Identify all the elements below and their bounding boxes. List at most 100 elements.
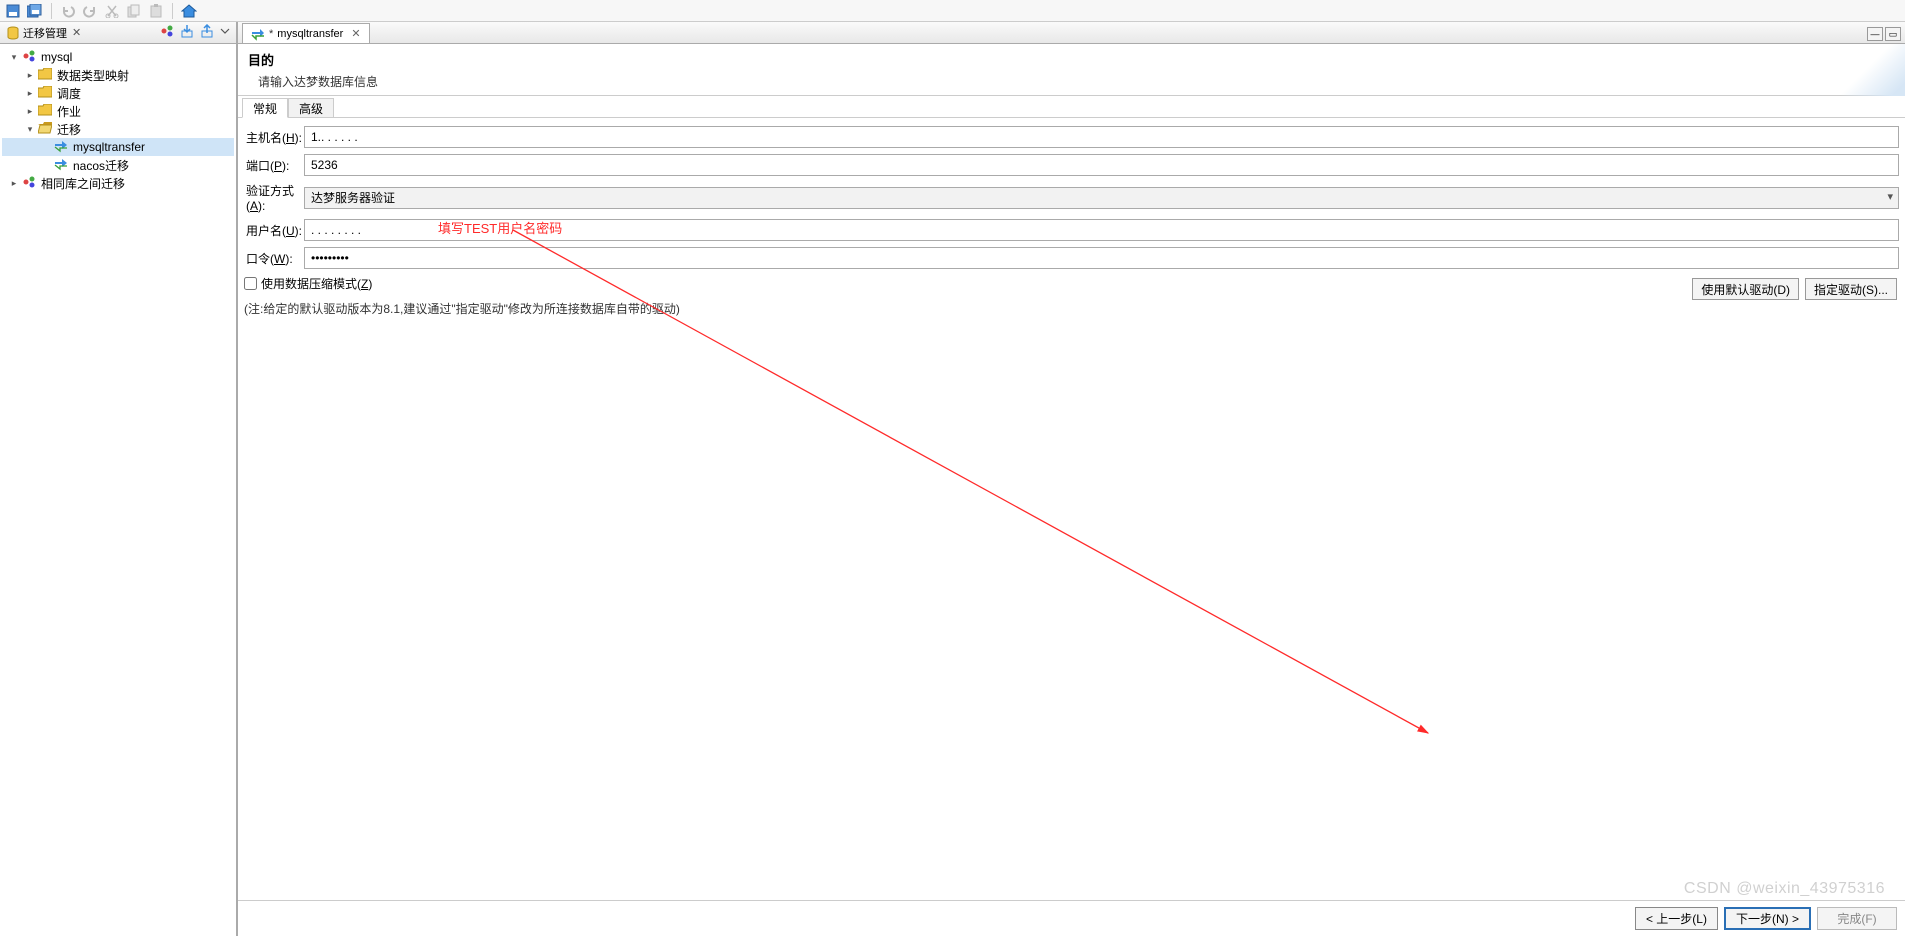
label-auth: 验证方式(A): xyxy=(244,182,304,213)
editor-tab-mysqltransfer[interactable]: * mysqltransfer ✕ xyxy=(242,23,370,43)
tree-item-label: 作业 xyxy=(57,103,81,120)
tree-item-label: 迁移 xyxy=(57,121,81,138)
editor-tabbar: * mysqltransfer ✕ — ▭ xyxy=(238,22,1905,44)
paste-icon[interactable] xyxy=(146,2,166,20)
expander-icon xyxy=(40,159,52,171)
main-editor: * mysqltransfer ✕ — ▭ 目的 请输入达梦数据库信息 常规 高级 xyxy=(237,22,1905,936)
folder-open-icon xyxy=(38,122,52,137)
compress-label: 使用数据压缩模式(Z) xyxy=(261,275,372,292)
form-body: 主机名(H): 端口(P): 验证方式(A): 达梦服务器验证 用户名(U): xyxy=(238,118,1905,900)
undo-icon[interactable] xyxy=(58,2,78,20)
expander-icon[interactable]: ▸ xyxy=(24,105,36,117)
editor-tab-label: mysqltransfer xyxy=(277,28,343,40)
row-host: 主机名(H): xyxy=(244,126,1899,148)
host-input[interactable] xyxy=(304,126,1899,148)
folder-icon xyxy=(38,68,52,83)
import-icon[interactable] xyxy=(180,24,194,41)
tree-item-db[interactable]: ▸ 相同库之间迁移 xyxy=(2,174,234,192)
db-icon xyxy=(22,49,36,66)
next-button[interactable]: 下一步(N) > xyxy=(1724,907,1811,930)
export-icon[interactable] xyxy=(200,24,214,41)
sidebar-toolbar xyxy=(160,24,230,41)
tree-item-db[interactable]: ▾mysql xyxy=(2,48,234,66)
driver-note: (注:给定的默认驱动版本为8.1,建议通过"指定驱动"修改为所连接数据库自带的驱… xyxy=(244,300,1899,317)
transfer-icon xyxy=(251,27,265,41)
label-host: 主机名(H): xyxy=(244,129,304,146)
auth-select[interactable]: 达梦服务器验证 xyxy=(304,187,1899,209)
password-input[interactable] xyxy=(304,247,1899,269)
wizard-header: 目的 请输入达梦数据库信息 xyxy=(238,44,1905,96)
tree-item-transfer[interactable]: mysqltransfer xyxy=(2,138,234,156)
wizard-subtitle: 请输入达梦数据库信息 xyxy=(258,73,1895,90)
app-toolbar xyxy=(0,0,1905,22)
user-input[interactable] xyxy=(304,219,1899,241)
migration-tree[interactable]: ▾mysql ▸ 数据类型映射 ▸ 调度 ▸ 作业 ▾ 迁移 mysqltransfer nacos… xyxy=(0,44,236,936)
save-all-icon[interactable] xyxy=(25,2,45,20)
sidebar-tab-migration[interactable]: 迁移管理 ✕ xyxy=(6,25,81,41)
save-icon[interactable] xyxy=(3,2,23,20)
dirty-indicator: * xyxy=(269,28,273,40)
home-icon[interactable] xyxy=(179,2,199,20)
use-default-driver-button[interactable]: 使用默认驱动(D) xyxy=(1692,278,1799,300)
editor-window-controls: — ▭ xyxy=(1867,27,1901,43)
annotation-arrow xyxy=(238,118,1558,758)
expander-icon[interactable]: ▾ xyxy=(8,51,20,63)
transfer-icon xyxy=(54,139,68,156)
tree-item-label: 数据类型映射 xyxy=(57,67,129,84)
driver-buttons: 使用默认驱动(D) 指定驱动(S)... xyxy=(1692,278,1897,300)
transfer-icon xyxy=(54,157,68,174)
row-password: 口令(W): xyxy=(244,247,1899,269)
tab-general[interactable]: 常规 xyxy=(242,98,288,118)
tree-item-folder[interactable]: ▸ 作业 xyxy=(2,102,234,120)
label-password: 口令(W): xyxy=(244,250,304,267)
port-input[interactable] xyxy=(304,154,1899,176)
sidebar-tabbar: 迁移管理 ✕ xyxy=(0,22,236,44)
tree-item-folder[interactable]: ▸ 数据类型映射 xyxy=(2,66,234,84)
menu-icon[interactable] xyxy=(220,24,230,41)
label-user: 用户名(U): xyxy=(244,222,304,239)
header-decoration xyxy=(1825,44,1905,96)
minimize-button[interactable]: — xyxy=(1867,27,1883,41)
expander-icon[interactable]: ▸ xyxy=(8,177,20,189)
row-auth: 验证方式(A): 达梦服务器验证 xyxy=(244,182,1899,213)
label-port: 端口(P): xyxy=(244,157,304,174)
tree-item-label: 相同库之间迁移 xyxy=(41,175,125,192)
migration-manager-icon xyxy=(6,26,20,40)
toolbar-separator xyxy=(51,3,52,19)
expander-icon xyxy=(40,141,52,153)
compress-checkbox[interactable] xyxy=(244,277,257,290)
row-compress: 使用数据压缩模式(Z) xyxy=(244,275,1899,292)
wizard-footer: < 上一步(L) 下一步(N) > 完成(F) xyxy=(238,900,1905,936)
expander-icon[interactable]: ▸ xyxy=(24,87,36,99)
db-icon xyxy=(22,175,36,192)
form-tabs: 常规 高级 xyxy=(238,96,1905,118)
folder-icon xyxy=(38,104,52,119)
sidebar: 迁移管理 ✕ ▾mysql ▸ 数据类型映射 ▸ 调度 ▸ 作业 ▾ 迁移 mysqltransf… xyxy=(0,22,237,936)
folder-icon xyxy=(38,86,52,101)
tree-item-folder-open[interactable]: ▾ 迁移 xyxy=(2,120,234,138)
wizard-title: 目的 xyxy=(248,50,1895,69)
close-icon[interactable]: ✕ xyxy=(72,26,81,39)
close-icon[interactable]: ✕ xyxy=(351,27,360,40)
tree-item-transfer[interactable]: nacos迁移 xyxy=(2,156,234,174)
tree-item-label: 调度 xyxy=(57,85,81,102)
row-port: 端口(P): xyxy=(244,154,1899,176)
redo-icon[interactable] xyxy=(80,2,100,20)
toolbar-separator xyxy=(172,3,173,19)
tree-item-label: mysqltransfer xyxy=(73,140,145,154)
expander-icon[interactable]: ▸ xyxy=(24,69,36,81)
copy-icon[interactable] xyxy=(124,2,144,20)
sidebar-tab-label: 迁移管理 xyxy=(23,25,67,41)
tab-advanced[interactable]: 高级 xyxy=(288,98,334,118)
maximize-button[interactable]: ▭ xyxy=(1885,27,1901,41)
expander-icon[interactable]: ▾ xyxy=(24,123,36,135)
refresh-icon[interactable] xyxy=(160,24,174,41)
finish-button[interactable]: 完成(F) xyxy=(1817,907,1897,930)
tree-item-folder[interactable]: ▸ 调度 xyxy=(2,84,234,102)
wizard-panel: 目的 请输入达梦数据库信息 常规 高级 主机名(H): 端口(P): xyxy=(238,44,1905,936)
tree-item-label: nacos迁移 xyxy=(73,157,129,174)
cut-icon[interactable] xyxy=(102,2,122,20)
prev-button[interactable]: < 上一步(L) xyxy=(1635,907,1718,930)
row-user: 用户名(U): xyxy=(244,219,1899,241)
specify-driver-button[interactable]: 指定驱动(S)... xyxy=(1805,278,1897,300)
